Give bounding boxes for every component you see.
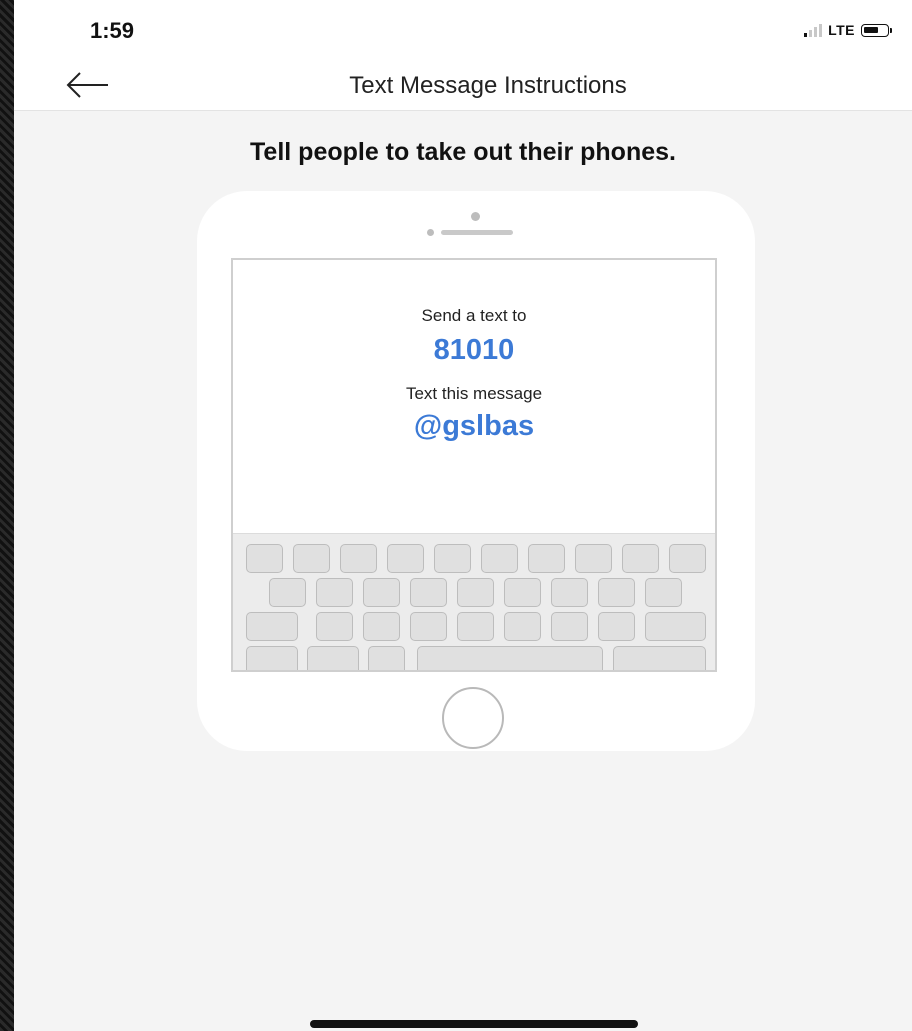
- phone-illustration: Send a text to 81010 Text this message @…: [197, 191, 755, 751]
- keyboard-key: [410, 578, 447, 607]
- phone-screen: Send a text to 81010 Text this message @…: [231, 258, 717, 672]
- keyboard-key: [316, 612, 353, 641]
- keyboard-key: [645, 578, 682, 607]
- keyboard-illustration: [233, 533, 715, 670]
- network-type: LTE: [828, 22, 855, 38]
- keyboard-key: [457, 578, 494, 607]
- phone-speaker-slot: [441, 230, 513, 235]
- keyboard-key-space: [417, 646, 603, 670]
- text-message-label: Text this message: [405, 384, 543, 403]
- keyboard-key: [528, 544, 565, 573]
- keyboard-key: [598, 612, 635, 641]
- keyboard-key-delete: [645, 612, 706, 641]
- status-indicators: LTE: [804, 22, 892, 38]
- keyboard-key-numbers: [246, 646, 298, 670]
- keyboard-key: [410, 612, 447, 641]
- keyboard-key: [504, 578, 541, 607]
- keyboard-key: [387, 544, 424, 573]
- keyboard-key: [669, 544, 706, 573]
- keyboard-key-return: [613, 646, 706, 670]
- keyword-message: @gslbas: [413, 410, 535, 442]
- shortcode-number: 81010: [433, 334, 515, 366]
- keyboard-key: [293, 544, 330, 573]
- battery-tip: [890, 27, 892, 33]
- keyboard-key-shift: [246, 612, 298, 641]
- phone-speaker-dot: [471, 212, 480, 221]
- home-indicator[interactable]: [310, 1020, 638, 1028]
- keyboard-key: [575, 544, 612, 573]
- device-bezel: [0, 0, 14, 1031]
- nav-bar: Text Message Instructions: [14, 60, 912, 111]
- send-text-label: Send a text to: [421, 306, 527, 325]
- keyboard-key: [457, 612, 494, 641]
- app-screen: 1:59 LTE Text Message Instructions Tell …: [14, 0, 912, 1031]
- keyboard-key: [363, 612, 400, 641]
- status-time: 1:59: [90, 18, 135, 43]
- page-title: Text Message Instructions: [349, 72, 627, 99]
- keyboard-key: [246, 544, 283, 573]
- keyboard-key: [551, 612, 588, 641]
- keyboard-key: [622, 544, 659, 573]
- keyboard-key: [434, 544, 471, 573]
- status-bar: 1:59 LTE: [14, 0, 912, 60]
- keyboard-key: [340, 544, 377, 573]
- keyboard-key: [316, 578, 353, 607]
- keyboard-key-globe: [307, 646, 359, 670]
- phone-camera-icon: [427, 229, 434, 236]
- keyboard-key-mic: [368, 646, 405, 670]
- keyboard-key: [598, 578, 635, 607]
- phone-home-button: [442, 687, 504, 749]
- signal-icon: [804, 23, 823, 37]
- keyboard-key: [504, 612, 541, 641]
- battery-icon: [861, 23, 889, 37]
- keyboard-key: [269, 578, 306, 607]
- instruction-headline: Tell people to take out their phones.: [250, 138, 676, 166]
- keyboard-key: [363, 578, 400, 607]
- keyboard-key: [481, 544, 518, 573]
- keyboard-key: [551, 578, 588, 607]
